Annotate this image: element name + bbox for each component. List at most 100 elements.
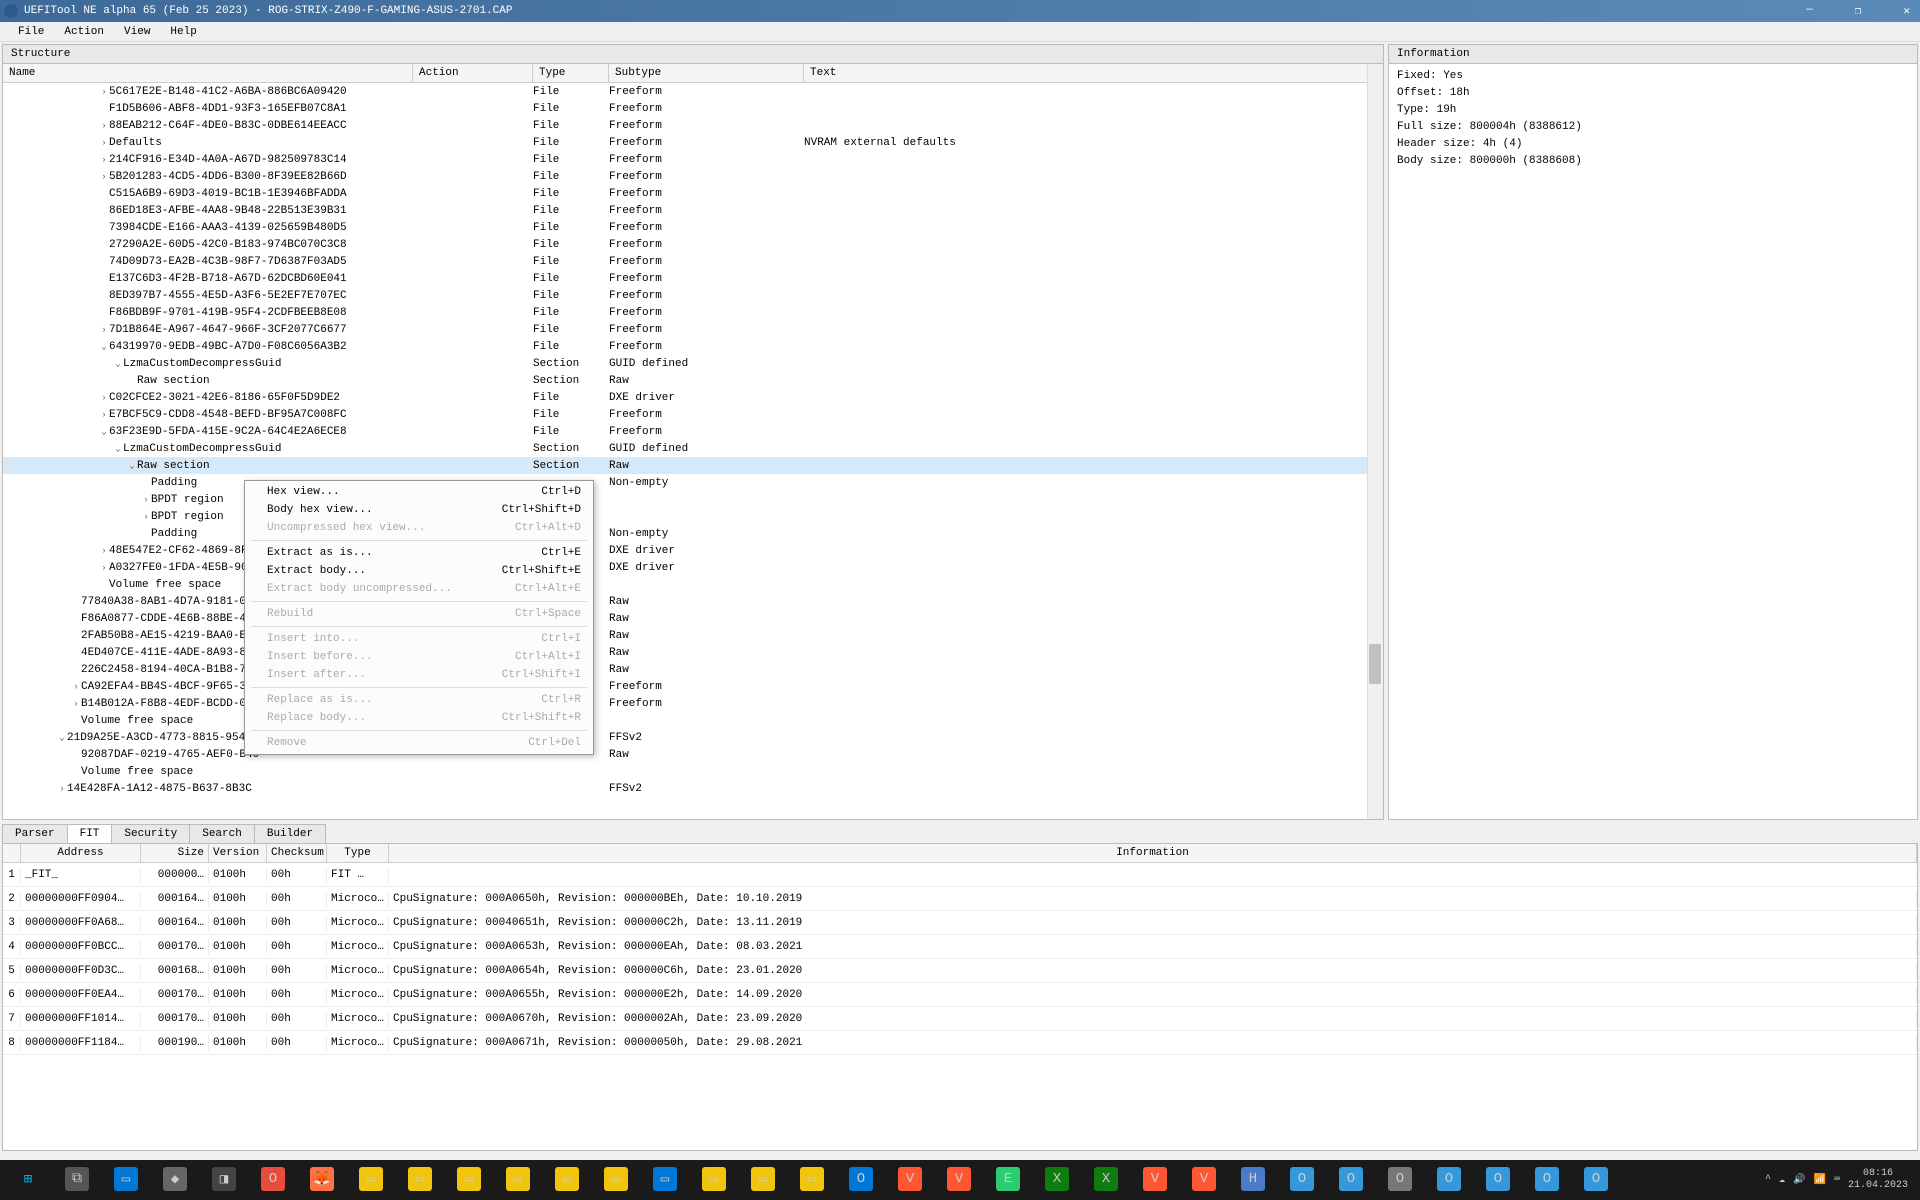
tree-col-action[interactable]: Action [413, 64, 533, 82]
tree-col-subtype[interactable]: Subtype [609, 64, 804, 82]
taskbar-item[interactable]: ▭ [592, 1162, 640, 1198]
taskbar-item[interactable]: O [837, 1162, 885, 1198]
expander-icon[interactable]: ⌄ [99, 427, 109, 437]
taskbar-item[interactable]: ▭ [543, 1162, 591, 1198]
menu-view[interactable]: View [114, 24, 160, 40]
expander-icon[interactable]: › [99, 325, 109, 335]
tree-row[interactable]: ⌄LzmaCustomDecompressGuidSectionGUID def… [3, 355, 1383, 372]
taskbar-item[interactable]: ▭ [347, 1162, 395, 1198]
tree-row[interactable]: ›7D1B864E-A967-4647-966F-3CF2077C6677Fil… [3, 321, 1383, 338]
taskbar-item[interactable]: O [1425, 1162, 1473, 1198]
expander-icon[interactable]: › [71, 699, 81, 709]
taskbar-item[interactable]: ▭ [788, 1162, 836, 1198]
tree-row[interactable]: ›C02CFCE2-3021-42E6-8186-65F0F5D9DE2File… [3, 389, 1383, 406]
tray-icon[interactable]: 🔊 [1793, 1174, 1805, 1186]
taskbar-item[interactable]: ◨ [200, 1162, 248, 1198]
fit-col[interactable]: Version [209, 844, 267, 862]
expander-icon[interactable]: › [99, 138, 109, 148]
tree-row[interactable]: E137C6D3-4F2B-B718-A67D-62DCBD60E041File… [3, 270, 1383, 287]
tree-col-type[interactable]: Type [533, 64, 609, 82]
tree-row[interactable]: ›B14B012A-F8B8-4EDF-BCDD-006Freeform [3, 695, 1383, 712]
fit-table[interactable]: AddressSizeVersionChecksumTypeInformatio… [2, 843, 1918, 1151]
menu-action[interactable]: Action [54, 24, 114, 40]
fit-row[interactable]: 700000000FF1014…000170…0100h00hMicroco…C… [3, 1007, 1917, 1031]
tree-row[interactable]: ›14E428FA-1A12-4875-B637-8B3CFFSv2 [3, 780, 1383, 797]
tree-row[interactable]: F86A0877-CDDE-4E6B-88BE-4BFRaw [3, 610, 1383, 627]
fit-col[interactable]: Address [21, 844, 141, 862]
tree-row[interactable]: ›5B201283-4CD5-4DD6-B300-8F39EE82B66DFil… [3, 168, 1383, 185]
tab-fit[interactable]: FIT [67, 824, 113, 843]
taskbar-item[interactable]: ▭ [102, 1162, 150, 1198]
tree-row[interactable]: 2FAB50B8-AE15-4219-BAA0-E8CRaw [3, 627, 1383, 644]
tree-row[interactable]: Volume free space [3, 576, 1383, 593]
tree-row[interactable]: ›BPDT region [3, 491, 1383, 508]
context-menu[interactable]: Hex view...Ctrl+DBody hex view...Ctrl+Sh… [244, 480, 594, 755]
fit-col[interactable]: Size [141, 844, 209, 862]
tray-icon[interactable]: ☁ [1779, 1174, 1785, 1186]
tree-row[interactable]: Volume free space [3, 763, 1383, 780]
system-tray[interactable]: ^☁🔊📶⌨ 08:16 21.04.2023 [1765, 1168, 1916, 1192]
taskbar-item[interactable]: X [1033, 1162, 1081, 1198]
tree-row[interactable]: 27290A2E-60D5-42C0-B183-974BC070C3C8File… [3, 236, 1383, 253]
expander-icon[interactable]: › [141, 495, 151, 505]
scrollbar[interactable] [1367, 64, 1383, 819]
tree-row[interactable]: F1D5B606-ABF8-4DD1-93F3-165EFB07C8A1File… [3, 100, 1383, 117]
taskbar-item[interactable]: ⧉ [53, 1162, 101, 1198]
tree-row[interactable]: ⌄Raw sectionSectionRaw [3, 457, 1383, 474]
fit-row[interactable]: 300000000FF0A68…000164…0100h00hMicroco…C… [3, 911, 1917, 935]
expander-icon[interactable]: › [99, 155, 109, 165]
taskbar-item[interactable]: O [1474, 1162, 1522, 1198]
fit-col[interactable]: Checksum [267, 844, 327, 862]
fit-row[interactable]: 400000000FF0BCC…000170…0100h00hMicroco…C… [3, 935, 1917, 959]
taskbar-item[interactable]: ▭ [690, 1162, 738, 1198]
expander-icon[interactable]: › [99, 393, 109, 403]
expander-icon[interactable]: ⌄ [127, 461, 137, 471]
tree-row[interactable]: ›E7BCF5C9-CDD8-4548-BEFD-BF95A7C008FCFil… [3, 406, 1383, 423]
tree-row[interactable]: F86BDB9F-9701-419B-95F4-2CDFBEEB8E08File… [3, 304, 1383, 321]
clock[interactable]: 08:16 21.04.2023 [1848, 1168, 1908, 1192]
expander-icon[interactable]: › [99, 172, 109, 182]
fit-col[interactable]: Information [389, 844, 1917, 862]
taskbar-item[interactable]: ▭ [396, 1162, 444, 1198]
start-button[interactable]: ⊞ [4, 1162, 52, 1198]
taskbar-item[interactable]: ▭ [739, 1162, 787, 1198]
tree-row[interactable]: PaddingNon-empty [3, 474, 1383, 491]
expander-icon[interactable]: › [99, 410, 109, 420]
minimize-button[interactable]: — [1800, 2, 1819, 20]
fit-row[interactable]: 1_FIT_000000…0100h00hFIT … [3, 863, 1917, 887]
tree-row[interactable]: ⌄21D9A25E-A3CD-4773-8815-954BFFSv2 [3, 729, 1383, 746]
tree-row[interactable]: 74D09D73-EA2B-4C3B-98F7-7D6387F03AD5File… [3, 253, 1383, 270]
taskbar-item[interactable]: H [1229, 1162, 1277, 1198]
context-menu-item[interactable]: Hex view...Ctrl+D [247, 483, 591, 501]
tree-row[interactable]: ›A0327FE0-1FDA-4E5B-90DXE driver [3, 559, 1383, 576]
tree-row[interactable]: 8ED397B7-4555-4E5D-A3F6-5E2EF7E707ECFile… [3, 287, 1383, 304]
taskbar-item[interactable]: O [1523, 1162, 1571, 1198]
taskbar-item[interactable]: V [1131, 1162, 1179, 1198]
expander-icon[interactable]: ⌄ [99, 342, 109, 352]
context-menu-item[interactable]: Extract body...Ctrl+Shift+E [247, 562, 591, 580]
taskbar-item[interactable]: O [1278, 1162, 1326, 1198]
tree-row[interactable]: Volume free space [3, 712, 1383, 729]
taskbar-item[interactable]: ◆ [151, 1162, 199, 1198]
tree-row[interactable]: ⌄64319970-9EDB-49BC-A7D0-F08C6056A3B2Fil… [3, 338, 1383, 355]
expander-icon[interactable]: ⌄ [57, 733, 67, 743]
expander-icon[interactable]: › [99, 121, 109, 131]
tree-col-text[interactable]: Text [804, 64, 1383, 82]
context-menu-item[interactable]: Body hex view...Ctrl+Shift+D [247, 501, 591, 519]
taskbar-item[interactable]: O [249, 1162, 297, 1198]
tree-row[interactable]: ›BPDT region [3, 508, 1383, 525]
taskbar-item[interactable]: V [935, 1162, 983, 1198]
taskbar-item[interactable]: ▭ [445, 1162, 493, 1198]
taskbar-item[interactable]: O [1327, 1162, 1375, 1198]
taskbar-item[interactable]: V [886, 1162, 934, 1198]
tab-security[interactable]: Security [111, 824, 190, 843]
fit-col[interactable]: Type [327, 844, 389, 862]
taskbar-item[interactable]: X [1082, 1162, 1130, 1198]
fit-row[interactable]: 800000000FF1184…000190…0100h00hMicroco…C… [3, 1031, 1917, 1055]
tree-row[interactable]: ⌄63F23E9D-5FDA-415E-9C2A-64C4E2A6ECE8Fil… [3, 423, 1383, 440]
maximize-button[interactable]: ❐ [1849, 2, 1868, 20]
expander-icon[interactable]: › [71, 682, 81, 692]
context-menu-item[interactable]: Extract as is...Ctrl+E [247, 544, 591, 562]
tray-icon[interactable]: 📶 [1814, 1174, 1826, 1186]
tree-row[interactable]: Raw sectionSectionRaw [3, 372, 1383, 389]
